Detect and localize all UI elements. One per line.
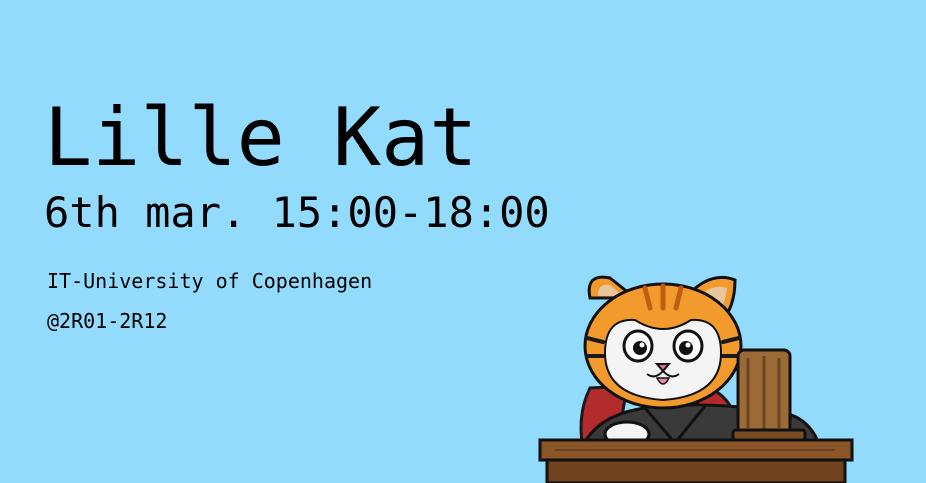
judge-cat-mascot-icon bbox=[538, 275, 854, 483]
event-title: Lille Kat bbox=[44, 91, 478, 184]
event-datetime: 6th mar. 15:00-18:00 bbox=[44, 188, 550, 237]
event-venue: IT-University of Copenhagen bbox=[47, 269, 373, 293]
event-room: @2R01-2R12 bbox=[47, 309, 168, 333]
